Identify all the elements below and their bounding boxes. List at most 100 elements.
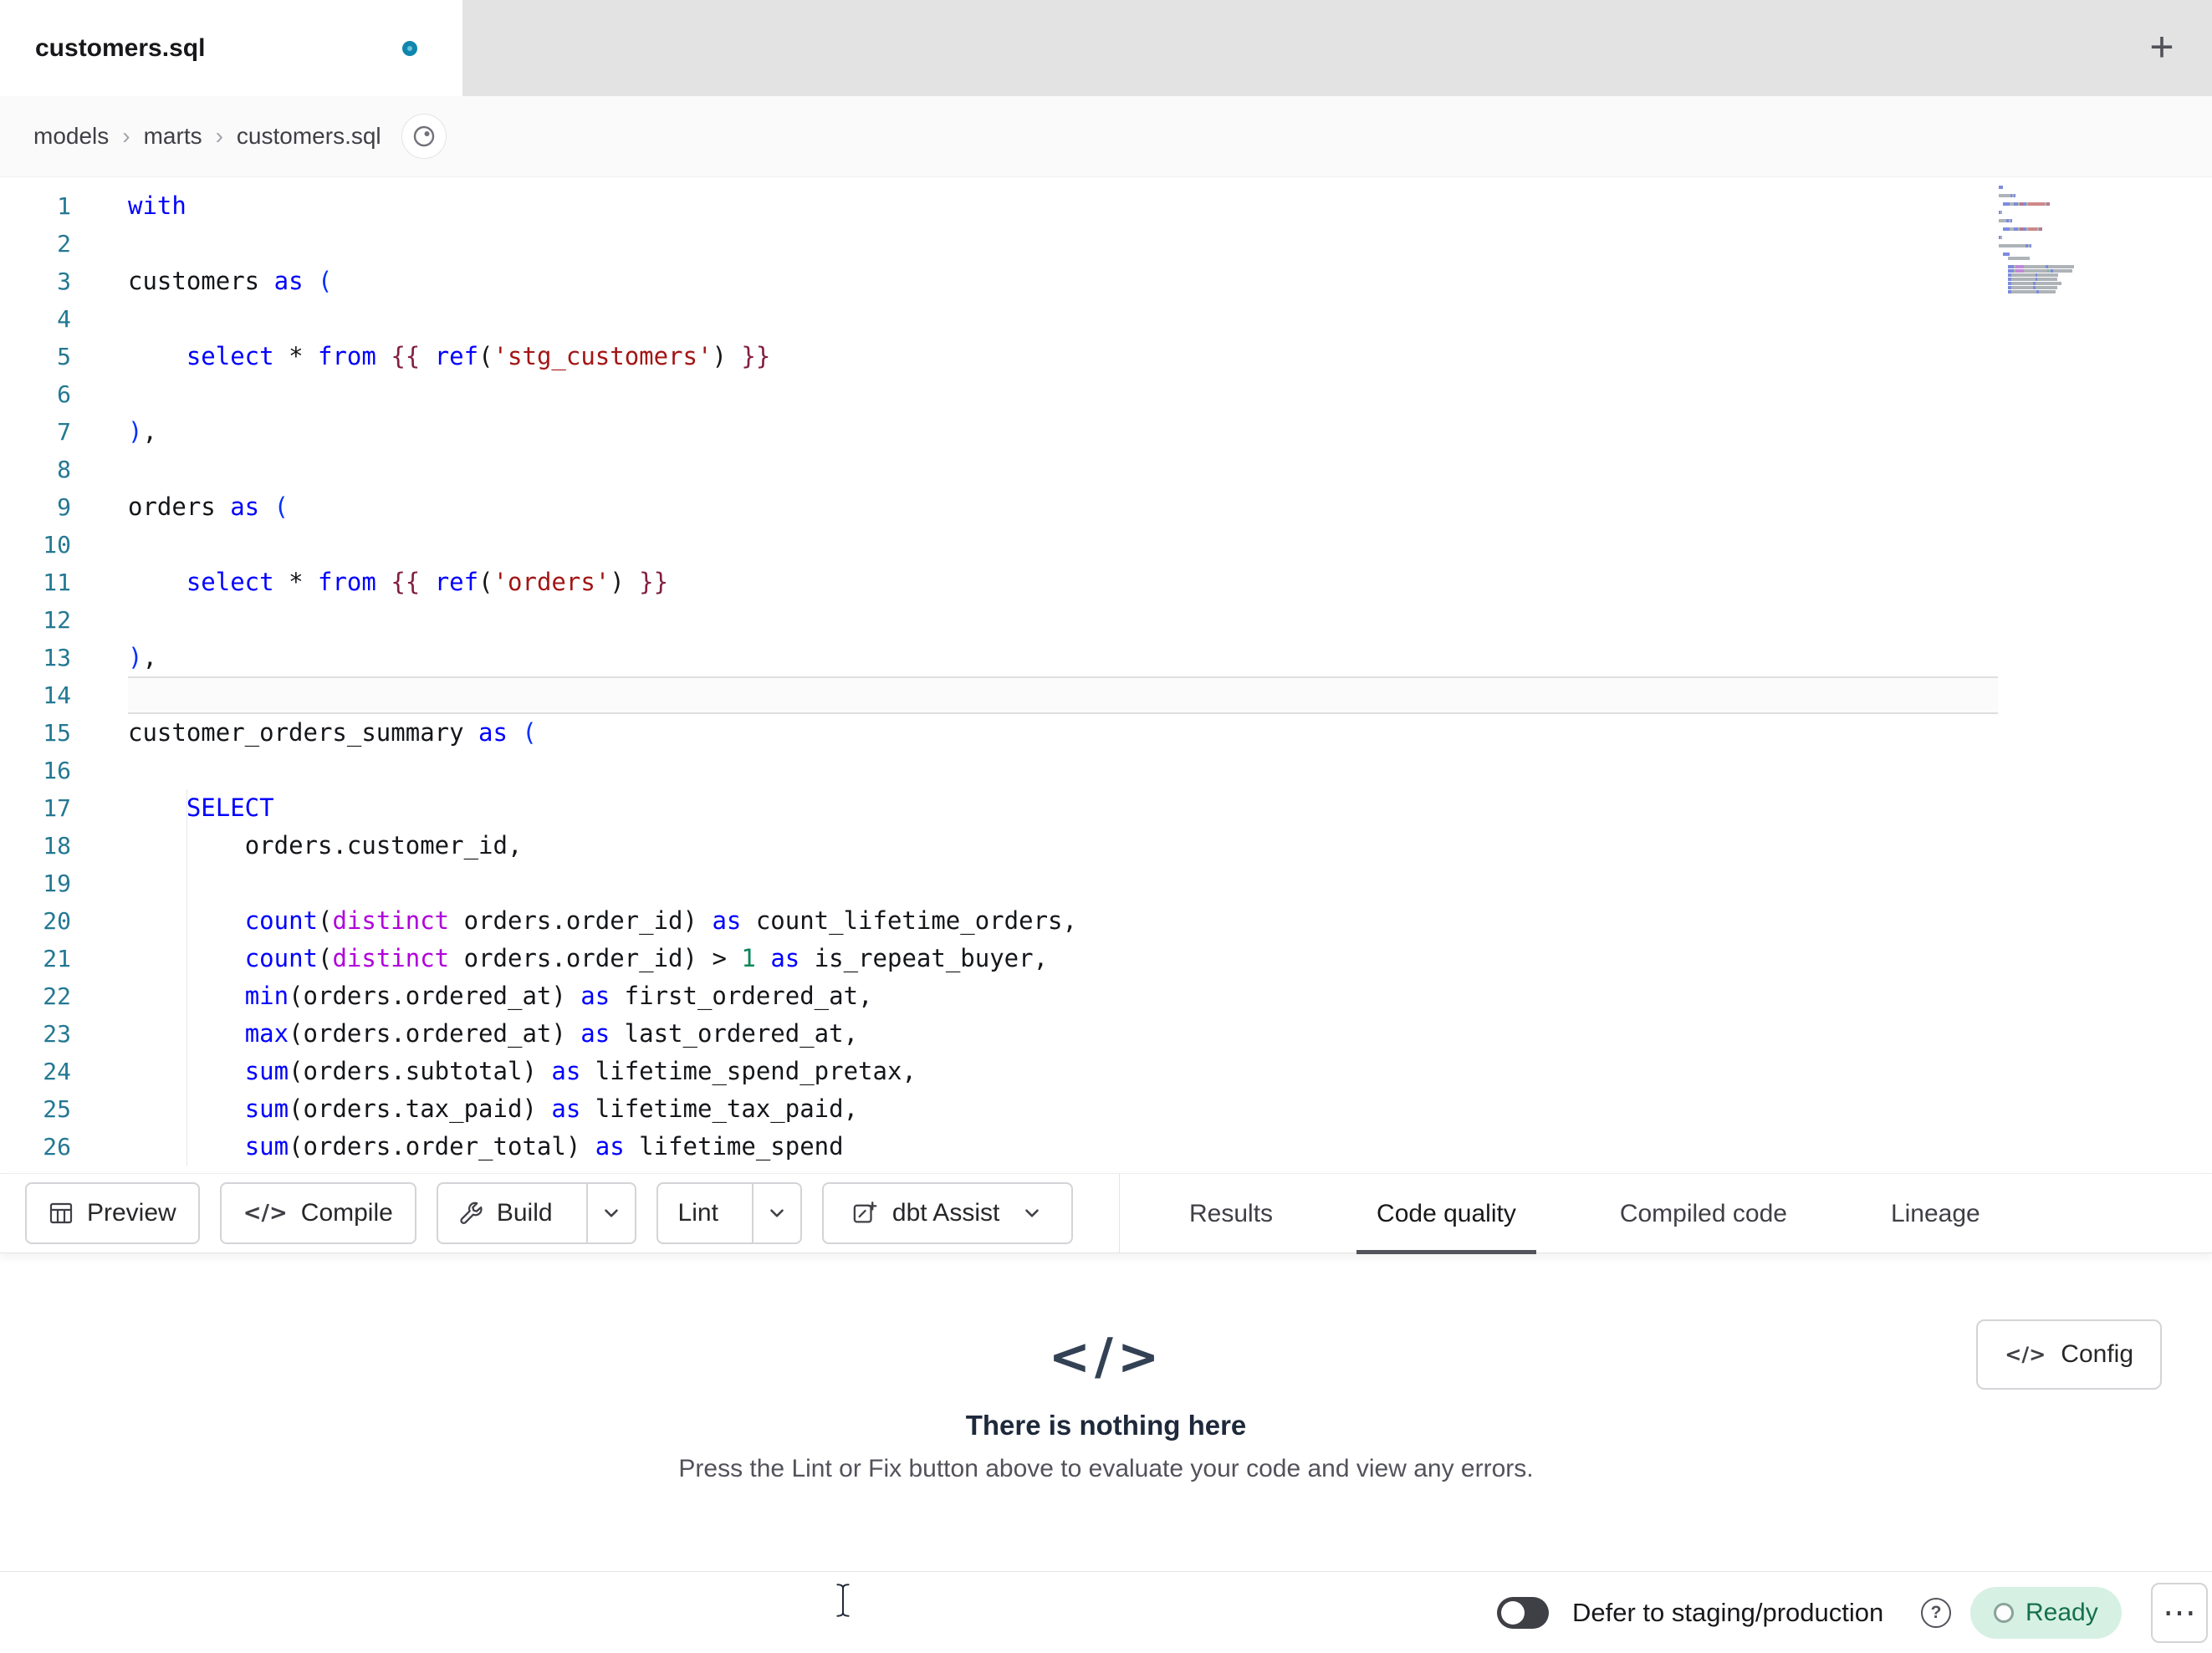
- line-number[interactable]: 6: [0, 375, 128, 413]
- new-tab-button[interactable]: +: [2135, 22, 2189, 75]
- build-dropdown-button[interactable]: [585, 1184, 635, 1242]
- lint-button-label: Lint: [677, 1199, 718, 1227]
- code-line[interactable]: 22 min(orders.ordered_at) as first_order…: [0, 977, 2212, 1015]
- line-number[interactable]: 8: [0, 451, 128, 488]
- tab-code-quality[interactable]: Code quality: [1356, 1174, 1536, 1254]
- line-number[interactable]: 14: [0, 676, 128, 714]
- line-number[interactable]: 26: [0, 1128, 128, 1166]
- line-number[interactable]: 25: [0, 1090, 128, 1128]
- code-line[interactable]: 18 orders.customer_id,: [0, 827, 2212, 865]
- code-line[interactable]: 23 max(orders.ordered_at) as last_ordere…: [0, 1015, 2212, 1053]
- code-editor[interactable]: 1 with 2 3 customers as (4 5 select * from {{…: [0, 177, 2212, 1173]
- minimap-line: [1999, 232, 2133, 235]
- code-line[interactable]: 1 with: [0, 187, 2212, 225]
- code-lines: 1 with 2 3 customers as (4 5 select * from {{…: [0, 187, 2212, 1166]
- code-line[interactable]: 20 count(distinct orders.order_id) as co…: [0, 902, 2212, 940]
- line-number[interactable]: 19: [0, 865, 128, 902]
- code-line[interactable]: 25 sum(orders.tax_paid) as lifetime_tax_…: [0, 1090, 2212, 1128]
- tab-bar: customers.sql +: [0, 0, 2212, 96]
- line-number[interactable]: 16: [0, 752, 128, 789]
- build-button[interactable]: Build: [438, 1184, 573, 1242]
- line-number[interactable]: 20: [0, 902, 128, 940]
- editor-toolbar: Preview </> Compile Build Lint dbt Assis…: [0, 1173, 2212, 1254]
- line-number[interactable]: 10: [0, 526, 128, 564]
- line-number[interactable]: 13: [0, 639, 128, 676]
- config-button[interactable]: </> Config: [1976, 1319, 2162, 1390]
- dbt-assist-button-label: dbt Assist: [891, 1199, 1000, 1227]
- code-line[interactable]: 24 sum(orders.subtotal) as lifetime_spen…: [0, 1053, 2212, 1090]
- code-line[interactable]: 19: [0, 865, 2212, 902]
- code-line[interactable]: 21 count(distinct orders.order_id) > 1 a…: [0, 940, 2212, 977]
- lint-dropdown-button[interactable]: [751, 1184, 800, 1242]
- line-number[interactable]: 11: [0, 564, 128, 601]
- code-slash-icon: </>: [1048, 1328, 1164, 1386]
- line-number[interactable]: 23: [0, 1015, 128, 1053]
- line-number[interactable]: 3: [0, 263, 128, 300]
- help-icon[interactable]: ?: [1921, 1597, 1951, 1628]
- line-number[interactable]: 4: [0, 300, 128, 338]
- code-line[interactable]: 2: [0, 225, 2212, 263]
- minimap-line: [1999, 244, 2133, 247]
- chevron-down-icon: [604, 1209, 618, 1217]
- minimap-line: [1999, 265, 2133, 268]
- tab-results[interactable]: Results: [1169, 1174, 1293, 1254]
- code-line[interactable]: 6: [0, 375, 2212, 413]
- minimap-line: [1999, 286, 2133, 289]
- code-line[interactable]: 10: [0, 526, 2212, 564]
- code-line[interactable]: 4: [0, 300, 2212, 338]
- breadcrumb-item-marts[interactable]: marts: [144, 123, 202, 150]
- minimap[interactable]: [1999, 186, 2133, 294]
- code-line[interactable]: 16: [0, 752, 2212, 789]
- code-line[interactable]: 13),: [0, 639, 2212, 676]
- line-number[interactable]: 24: [0, 1053, 128, 1090]
- line-number[interactable]: 2: [0, 225, 128, 263]
- line-number[interactable]: 21: [0, 940, 128, 977]
- line-number[interactable]: 12: [0, 601, 128, 639]
- lint-button[interactable]: Lint: [658, 1184, 738, 1242]
- line-number[interactable]: 17: [0, 789, 128, 827]
- line-number[interactable]: 18: [0, 827, 128, 865]
- table-icon: [49, 1202, 73, 1224]
- minimap-line: [1999, 236, 2133, 239]
- dbt-model-icon-button[interactable]: [401, 114, 447, 159]
- tab-lineage-label: Lineage: [1890, 1200, 1980, 1227]
- dbt-assist-button[interactable]: dbt Assist: [821, 1182, 1074, 1244]
- tab-results-label: Results: [1189, 1200, 1274, 1227]
- code-line[interactable]: 26 sum(orders.order_total) as lifetime_s…: [0, 1128, 2212, 1166]
- line-number[interactable]: 15: [0, 714, 128, 752]
- code-line[interactable]: 3 customers as (: [0, 263, 2212, 300]
- code-icon: </>: [243, 1201, 288, 1226]
- compile-button[interactable]: </> Compile: [219, 1182, 416, 1244]
- text-cursor: [836, 1584, 850, 1617]
- code-line[interactable]: 9 orders as (: [0, 488, 2212, 526]
- file-tab-customers-sql[interactable]: customers.sql: [0, 0, 462, 96]
- minimap-line: [1999, 219, 2133, 222]
- tab-lineage[interactable]: Lineage: [1871, 1174, 2000, 1254]
- minimap-line: [1999, 253, 2133, 256]
- chevron-down-icon: [1025, 1209, 1040, 1217]
- code-line[interactable]: 15 customer_orders_summary as (: [0, 714, 2212, 752]
- line-number[interactable]: 7: [0, 413, 128, 451]
- code-line[interactable]: 7),: [0, 413, 2212, 451]
- breadcrumb-item-models[interactable]: models: [33, 123, 109, 150]
- breadcrumb-separator-icon: ›: [122, 123, 130, 149]
- lint-split-button: Lint: [656, 1182, 802, 1244]
- more-menu-button[interactable]: ⋯: [2151, 1582, 2208, 1643]
- code-line[interactable]: 14: [0, 676, 2212, 714]
- preview-button[interactable]: Preview: [25, 1182, 200, 1244]
- line-number[interactable]: 1: [0, 187, 128, 225]
- tab-compiled-code[interactable]: Compiled code: [1600, 1174, 1807, 1254]
- empty-state-subtitle: Press the Lint or Fix button above to ev…: [678, 1455, 1534, 1482]
- line-number[interactable]: 9: [0, 488, 128, 526]
- code-line[interactable]: 12: [0, 601, 2212, 639]
- code-line[interactable]: 11 select * from {{ ref('orders') }}: [0, 564, 2212, 601]
- line-number[interactable]: 22: [0, 977, 128, 1015]
- line-number[interactable]: 5: [0, 338, 128, 375]
- code-line[interactable]: 17 SELECT: [0, 789, 2212, 827]
- code-icon: </>: [2005, 1343, 2046, 1366]
- defer-toggle[interactable]: [1497, 1596, 1549, 1629]
- code-line[interactable]: 8: [0, 451, 2212, 488]
- code-line[interactable]: 5 select * from {{ ref('stg_customers') …: [0, 338, 2212, 375]
- minimap-line: [1999, 240, 2133, 243]
- breadcrumb-item-customers-sql[interactable]: customers.sql: [237, 123, 381, 150]
